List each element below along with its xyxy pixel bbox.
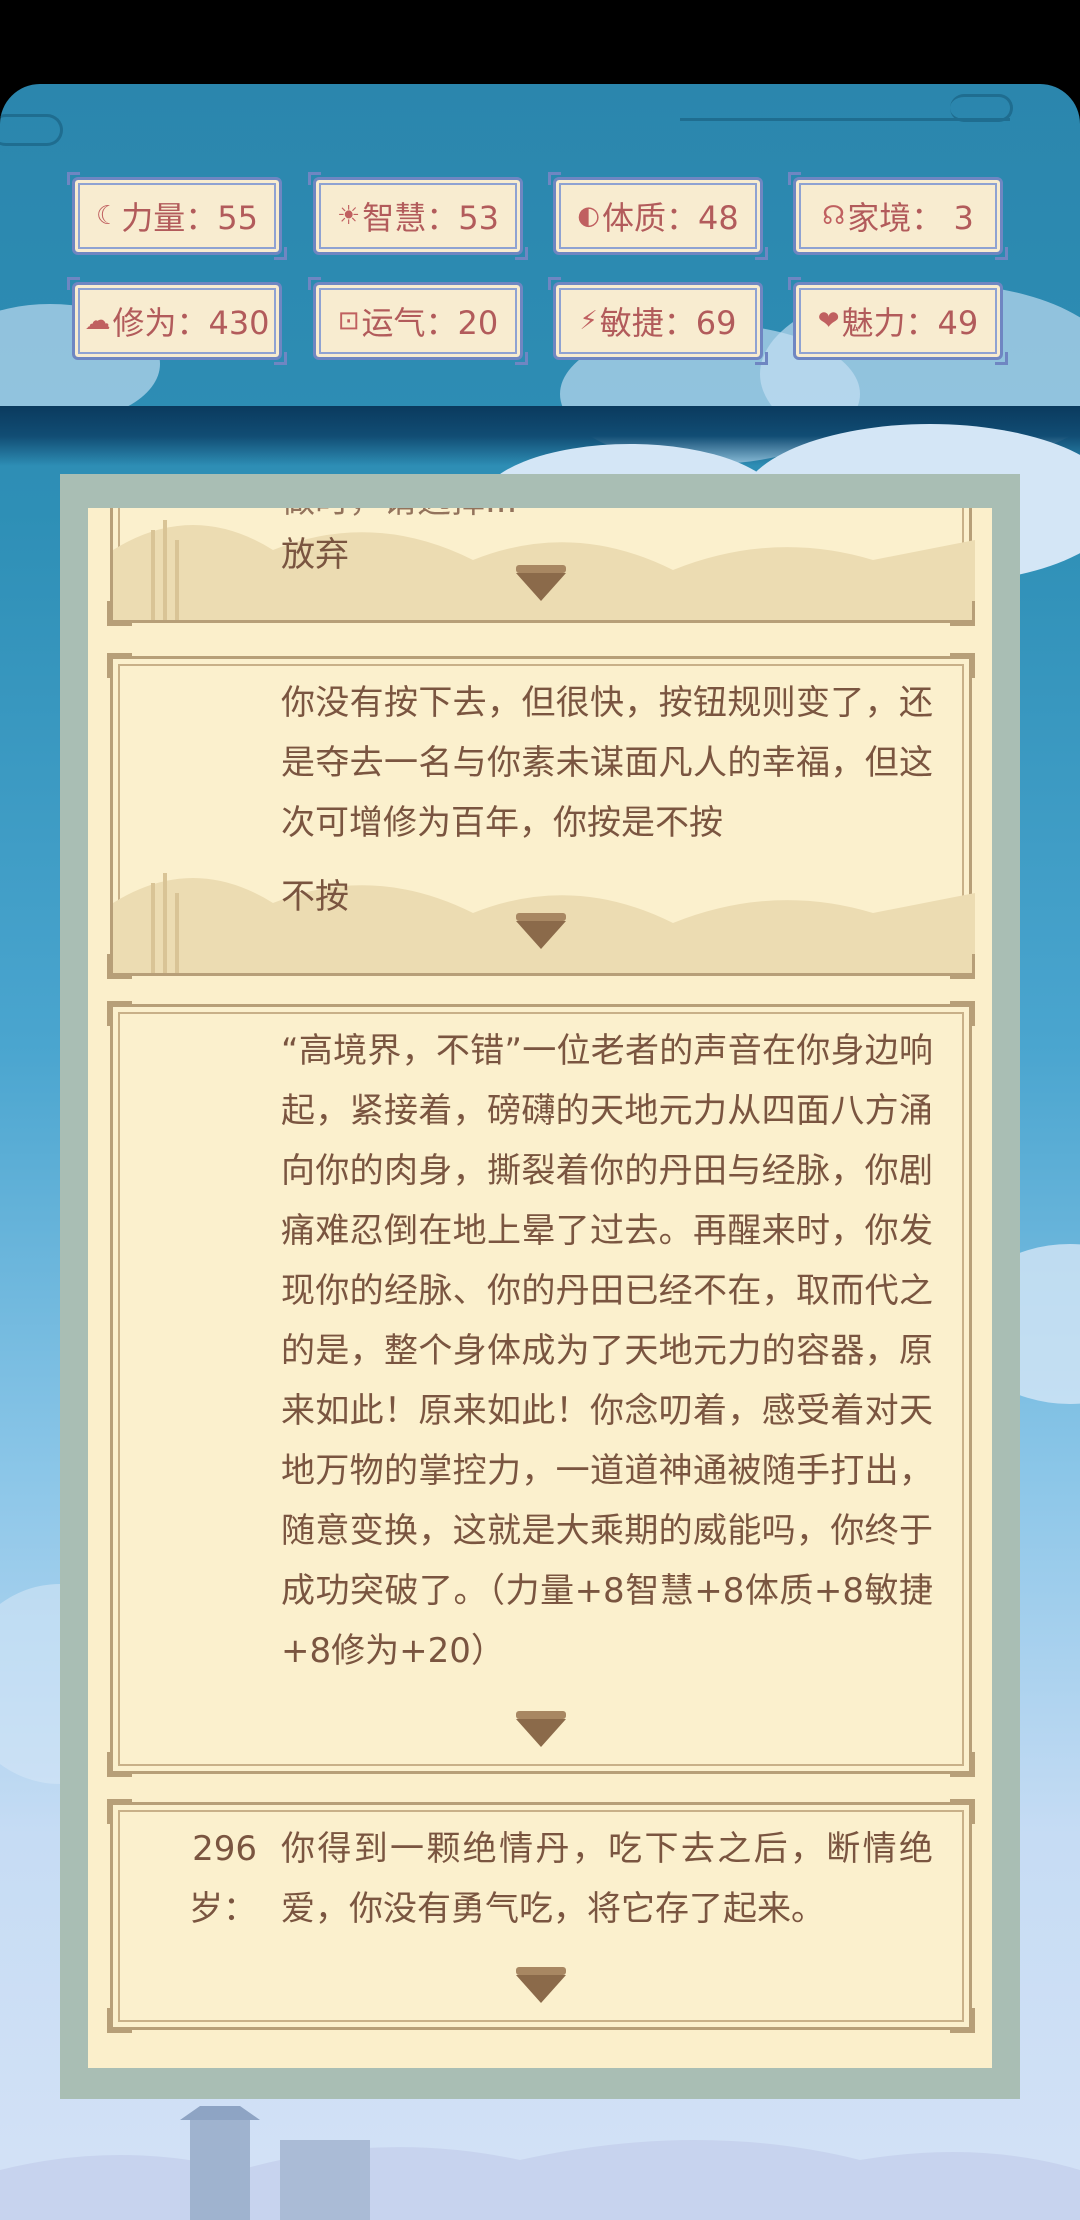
stat-luck: ⊡ 运气：20 <box>308 277 528 365</box>
family-icon: ☊ <box>822 201 846 231</box>
event-log-scroll[interactable]: 做时，请选择... 放弃 你没有按下去，但很快，按钮规则变了，还是夺去一名与你素… <box>88 508 992 2068</box>
stat-family: ☊ 家境： 3 <box>788 172 1008 260</box>
expand-arrow-icon[interactable] <box>516 565 566 601</box>
event-card: 296岁： 你得到一颗绝情丹，吃下去之后，断情绝爱，你没有勇气吃，将它存了起来。 <box>107 1799 975 2033</box>
event-text: “高境界，不错”一位老者的声音在你身边响起，紧接着，磅礴的天地元力从四面八方涌向… <box>281 1031 933 1671</box>
stat-wisdom: ☀ 智慧：53 <box>308 172 528 260</box>
event-log-panel: 做时，请选择... 放弃 你没有按下去，但很快，按钮规则变了，还是夺去一名与你素… <box>60 474 1020 2099</box>
expand-arrow-icon[interactable] <box>516 1711 566 1747</box>
strength-icon: ☾ <box>95 201 120 231</box>
stat-label: 修为：430 <box>112 304 270 342</box>
event-text: 你没有按下去，但很快，按钮规则变了，还是夺去一名与你素未谋面凡人的幸福，但这次可… <box>281 683 933 843</box>
stat-strength: ☾ 力量：55 <box>67 172 287 260</box>
stat-constitution: ◐ 体质：48 <box>548 172 768 260</box>
pavilion-scenery <box>0 2106 1080 2220</box>
expand-arrow-icon[interactable] <box>516 913 566 949</box>
line-decoration <box>680 118 1010 121</box>
stat-label: 家境： 3 <box>847 199 974 237</box>
event-card: 做时，请选择... 放弃 <box>107 508 975 626</box>
heart-icon: ❤ <box>817 306 840 336</box>
stat-agility: ⚡ 敏捷：69 <box>548 277 768 365</box>
stat-label: 敏捷：69 <box>599 304 737 342</box>
event-text: 你得到一颗绝情丹，吃下去之后，断情绝爱，你没有勇气吃，将它存了起来。 <box>281 1829 933 1929</box>
luck-icon: ⊡ <box>337 306 360 336</box>
stat-label: 力量：55 <box>121 199 259 237</box>
event-card: “高境界，不错”一位老者的声音在你身边响起，紧接着，磅礴的天地元力从四面八方涌向… <box>107 1001 975 1777</box>
choice-label: 放弃 <box>281 535 349 575</box>
mountain-decoration <box>113 873 975 973</box>
event-card: 你没有按下去，但很快，按钮规则变了，还是夺去一名与你素未谋面凡人的幸福，但这次可… <box>107 653 975 979</box>
age-label: 296岁： <box>189 1829 257 1929</box>
event-text: 做时，请选择... <box>281 508 933 531</box>
stat-label: 智慧：53 <box>362 199 500 237</box>
stat-label: 体质：48 <box>601 199 739 237</box>
stat-charm: ❤ 魅力：49 <box>788 277 1008 365</box>
choice-label: 不按 <box>281 877 349 917</box>
cloud-icon: ☁ <box>84 306 111 336</box>
lightbulb-icon: ☀ <box>336 201 361 231</box>
stat-cultivation: ☁ 修为：430 <box>67 277 287 365</box>
stat-label: 魅力：49 <box>841 304 979 342</box>
lightning-icon: ⚡ <box>579 306 598 336</box>
expand-arrow-icon[interactable] <box>516 1967 566 2003</box>
swirl-decoration <box>0 114 63 146</box>
constitution-icon: ◐ <box>577 201 600 231</box>
stat-label: 运气：20 <box>361 304 499 342</box>
